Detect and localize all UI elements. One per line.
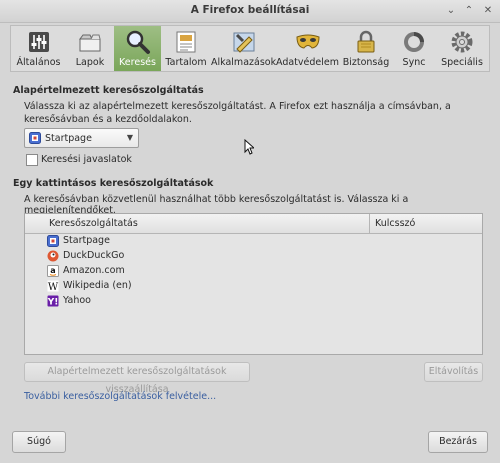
- preferences-toolbar: Általános Lapok Keresés Tartalom Alkalma…: [10, 25, 490, 72]
- tab-general[interactable]: Általános: [11, 26, 66, 71]
- svg-text:W: W: [48, 282, 59, 292]
- tab-advanced[interactable]: Speciális: [435, 26, 489, 71]
- close-button[interactable]: Bezárás: [428, 431, 488, 453]
- tab-general-label: Általános: [16, 57, 61, 68]
- window-title: A Firefox beállításai: [190, 4, 310, 16]
- search-icon: [126, 30, 150, 54]
- column-keyword-header[interactable]: Kulcsszó: [375, 218, 415, 229]
- tab-content[interactable]: Tartalom: [161, 26, 211, 71]
- tab-security[interactable]: Biztonság: [339, 26, 393, 71]
- amazon-icon: a: [47, 265, 59, 277]
- duckduckgo-icon: [47, 250, 59, 262]
- tab-content-label: Tartalom: [165, 57, 207, 68]
- close-window-button[interactable]: ✕: [481, 4, 495, 18]
- general-icon: [28, 32, 49, 52]
- default-engine-select[interactable]: Startpage ▼: [24, 128, 139, 148]
- tab-tabs[interactable]: Lapok: [66, 26, 114, 71]
- minimize-button[interactable]: ⌄: [444, 4, 458, 18]
- engine-name: DuckDuckGo: [63, 250, 125, 261]
- engine-list[interactable]: Keresőszolgáltatás Kulcsszó Startpage Du…: [24, 213, 483, 355]
- privacy-mask-icon: [295, 34, 320, 49]
- remove-button[interactable]: Eltávolítás: [424, 362, 483, 382]
- yahoo-icon: Y!: [47, 295, 59, 307]
- maximize-button[interactable]: ⌃: [462, 4, 476, 18]
- tab-sync[interactable]: Sync: [393, 26, 435, 71]
- column-divider[interactable]: [369, 214, 370, 233]
- mouse-cursor-icon: [244, 139, 254, 155]
- tab-applications[interactable]: Alkalmazások: [211, 26, 276, 71]
- default-engine-value: Startpage: [45, 133, 92, 144]
- column-engine-header[interactable]: Keresőszolgáltatás: [49, 218, 138, 229]
- search-suggestions-checkbox[interactable]: [26, 154, 38, 166]
- tab-advanced-label: Speciális: [441, 57, 483, 68]
- table-row[interactable]: DuckDuckGo: [25, 249, 482, 264]
- applications-icon: [233, 32, 254, 53]
- engine-name: Amazon.com: [63, 265, 125, 276]
- search-suggestions-label[interactable]: Keresési javaslatok: [41, 154, 132, 165]
- tab-search-label: Keresés: [119, 57, 156, 68]
- engine-name: Yahoo: [63, 295, 91, 306]
- one-click-title: Egy kattintásos keresőszolgáltatások: [13, 178, 214, 189]
- tab-search[interactable]: Keresés: [114, 26, 161, 71]
- tab-sync-label: Sync: [402, 57, 426, 68]
- sync-icon: [404, 32, 424, 52]
- table-row[interactable]: Y! Yahoo: [25, 294, 482, 309]
- tab-security-label: Biztonság: [342, 57, 390, 68]
- title-bar[interactable]: A Firefox beállításai ⌄ ⌃ ✕: [0, 0, 500, 23]
- startpage-icon: [47, 235, 59, 247]
- content-icon: [176, 31, 196, 53]
- tab-applications-label: Alkalmazások: [211, 57, 277, 68]
- preferences-window: A Firefox beállításai ⌄ ⌃ ✕ Általános La…: [0, 0, 500, 463]
- chevron-down-icon: ▼: [126, 133, 133, 142]
- engine-name: Startpage: [63, 235, 110, 246]
- engine-name: Wikipedia (en): [63, 280, 132, 291]
- restore-defaults-button[interactable]: Alapértelmezett keresőszolgáltatások vis…: [24, 362, 250, 395]
- tab-privacy-label: Adatvédelem: [276, 57, 339, 68]
- table-row[interactable]: W Wikipedia (en): [25, 279, 482, 294]
- default-search-description: Válassza ki az alapértelmezett keresőszo…: [24, 101, 451, 125]
- table-row[interactable]: Startpage: [25, 234, 482, 249]
- tab-tabs-label: Lapok: [75, 57, 105, 68]
- help-button[interactable]: Súgó: [12, 431, 66, 453]
- add-more-engines-link[interactable]: További keresőszolgáltatások felvétele..…: [24, 391, 216, 402]
- lock-icon: [357, 30, 375, 53]
- gear-icon: [451, 31, 473, 53]
- default-search-title: Alapértelmezett keresőszolgáltatás: [13, 85, 204, 96]
- startpage-icon: [29, 132, 41, 144]
- svg-text:a: a: [50, 266, 55, 275]
- engine-list-header: Keresőszolgáltatás Kulcsszó: [25, 214, 482, 234]
- table-row[interactable]: a Amazon.com: [25, 264, 482, 279]
- wikipedia-icon: W: [47, 280, 59, 292]
- tabs-icon: [79, 34, 101, 52]
- tab-privacy[interactable]: Adatvédelem: [276, 26, 339, 71]
- svg-text:Y!: Y!: [47, 298, 58, 308]
